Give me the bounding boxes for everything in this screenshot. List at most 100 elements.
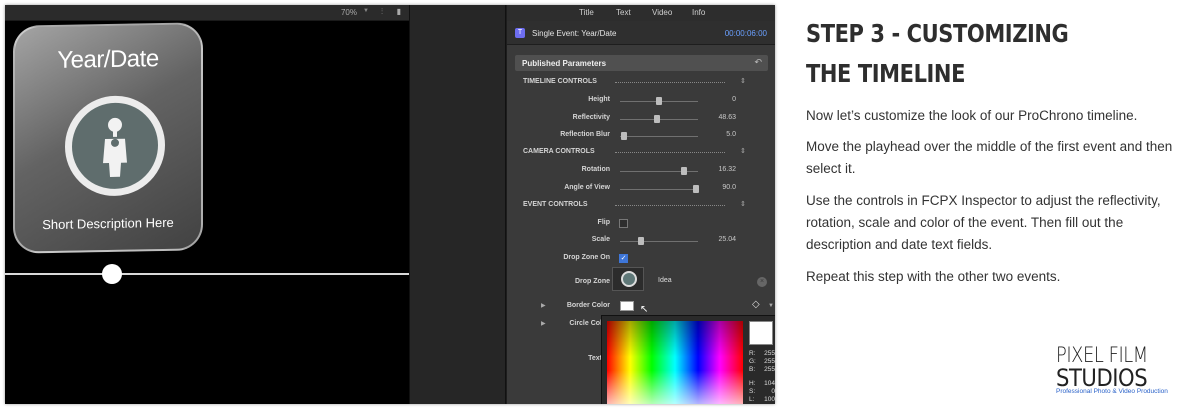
rotation-row: Rotation 16.32	[515, 163, 768, 179]
saturation-value: S: 0	[749, 388, 775, 395]
published-parameters-header: Published Parameters ↶	[515, 55, 768, 71]
fcpx-screenshot: 70% ▼ ⫶ ▮ Year/Date Short Description He…	[5, 5, 775, 404]
event-card: Year/Date Short Description Here	[13, 22, 203, 254]
clear-icon[interactable]: ×	[757, 277, 767, 287]
saturation-number: 0	[771, 388, 775, 395]
timeline-controls-row: TIMELINE CONTROLS ⇕	[515, 75, 768, 91]
height-row: Height 0	[515, 93, 768, 109]
scale-slider[interactable]	[620, 241, 698, 242]
fullscreen-icon[interactable]: ▮	[397, 7, 401, 16]
divider	[615, 82, 725, 83]
drop-zone-circle	[65, 95, 165, 197]
event-title: Single Event: Year/Date	[532, 29, 617, 38]
param-value[interactable]: 25.04	[700, 236, 736, 243]
section-label: CAMERA CONTROLS	[523, 148, 595, 155]
reflection-blur-row: Reflection Blur 5.0	[515, 128, 768, 144]
person-idea-icon	[103, 117, 127, 177]
paragraph-controls: Use the controls in FCPX Inspector to ad…	[806, 193, 1161, 252]
brand-line-2: STUDIOS	[1056, 364, 1148, 392]
angle-of-view-row: Angle of View 90.0	[515, 181, 768, 197]
hue-number: 104	[764, 380, 775, 387]
tab-info[interactable]: Info	[692, 8, 705, 17]
zoom-chevron-down-icon[interactable]: ▼	[363, 8, 369, 14]
blue-value: B: 255	[749, 366, 775, 373]
keyframe-icon[interactable]: ◇	[752, 299, 760, 310]
param-label: Height	[588, 96, 610, 103]
param-label: Reflectivity	[572, 114, 610, 121]
card-title: Year/Date	[57, 45, 159, 74]
timecode: 00:00:06:00	[724, 29, 767, 38]
border-color-swatch[interactable]	[620, 301, 634, 311]
param-label: Flip	[597, 219, 610, 226]
inspector-header: T Single Event: Year/Date 00:00:06:00	[507, 21, 775, 45]
param-value[interactable]: 5.0	[700, 131, 736, 138]
param-label: Angle of View	[564, 184, 610, 191]
param-label: Drop Zone On	[563, 254, 610, 261]
paragraph-playhead: Move the playhead over the middle of the…	[806, 139, 1173, 176]
scale-row: Scale 25.04	[515, 233, 768, 249]
tab-text[interactable]: Text	[616, 8, 631, 17]
slider-thumb[interactable]	[681, 167, 687, 175]
timeline-playhead-knob[interactable]	[102, 264, 122, 284]
hue-value: H: 104	[749, 380, 775, 387]
camera-controls-row: CAMERA CONTROLS ⇕	[515, 145, 768, 161]
drop-zone-well[interactable]	[612, 267, 644, 291]
param-label: Reflection Blur	[560, 131, 610, 138]
angle-of-view-slider[interactable]	[620, 189, 698, 190]
param-value[interactable]: 0	[700, 96, 736, 103]
param-value[interactable]: 16.32	[700, 166, 736, 173]
tab-video[interactable]: Video	[652, 8, 672, 17]
param-label: Rotation	[581, 166, 610, 173]
inspector-tabs: Title Text Video Info	[507, 5, 775, 21]
paragraph-intro: Now let’s customize the look of our ProC…	[806, 108, 1138, 123]
view-options-icon[interactable]: ⫶	[381, 7, 383, 17]
divider	[615, 152, 725, 153]
zoom-level[interactable]: 70%	[341, 8, 357, 17]
timeline-track	[5, 273, 409, 275]
param-label: Border Color	[566, 302, 610, 309]
brand-logo: PIXEL FILM STUDIOS Professional Photo & …	[1056, 344, 1178, 395]
drop-zone-name: Idea	[658, 277, 672, 284]
flip-checkbox[interactable]	[619, 219, 628, 228]
param-value[interactable]: 90.0	[700, 184, 736, 191]
red-value: R: 255	[749, 350, 775, 357]
event-controls-row: EVENT CONTROLS ⇕	[515, 198, 768, 214]
param-label: Text	[588, 355, 602, 362]
param-label: Scale	[591, 236, 610, 243]
paragraph-repeat: Repeat this step with the other two even…	[806, 269, 1061, 284]
stepper-icon[interactable]: ⇕	[740, 77, 746, 85]
divider	[615, 205, 725, 206]
selected-color-swatch	[749, 321, 773, 345]
color-picker-popup: R: 255 G: 255 B: 255 H: 104 S: 0 L: 100	[601, 315, 775, 404]
red-number: 255	[764, 350, 775, 357]
drop-zone-on-checkbox[interactable]: ✓	[619, 254, 628, 263]
blue-number: 255	[764, 366, 775, 373]
lightness-number: 100	[764, 396, 775, 403]
param-label: Drop Zone	[575, 278, 610, 285]
section-label: TIMELINE CONTROLS	[523, 78, 597, 85]
stepper-icon[interactable]: ⇕	[740, 200, 746, 208]
color-spectrum[interactable]	[607, 321, 743, 404]
mouse-cursor-icon: ↖	[640, 304, 649, 315]
slider-thumb[interactable]	[621, 132, 627, 140]
viewer-gutter	[409, 5, 506, 404]
title-icon: T	[515, 28, 525, 38]
lightness-value: L: 100	[749, 396, 775, 403]
slider-thumb[interactable]	[654, 115, 660, 123]
chevron-down-icon[interactable]: ▼	[768, 303, 774, 309]
param-label: Circle Col	[569, 320, 602, 327]
page-title: STEP 3 - CUSTOMIZING THE TIMELINE	[806, 19, 1069, 88]
slider-thumb[interactable]	[693, 185, 699, 193]
published-parameters-label: Published Parameters	[522, 59, 607, 68]
slider-thumb[interactable]	[638, 237, 644, 245]
reflectivity-row: Reflectivity 48.63	[515, 111, 768, 127]
green-number: 255	[764, 358, 775, 365]
stepper-icon[interactable]: ⇕	[740, 147, 746, 155]
reflection-blur-slider[interactable]	[620, 136, 698, 137]
param-value[interactable]: 48.63	[700, 114, 736, 121]
viewer-toolbar: 70% ▼ ⫶ ▮	[5, 5, 409, 21]
tab-title[interactable]: Title	[579, 8, 594, 17]
slider-thumb[interactable]	[656, 97, 662, 105]
reset-icon[interactable]: ↶	[754, 57, 762, 68]
drop-zone-thumbnail	[621, 271, 637, 287]
